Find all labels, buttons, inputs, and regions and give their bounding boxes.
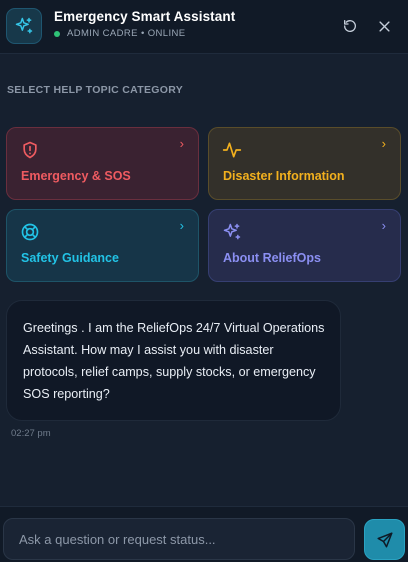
chevron-right-icon: › bbox=[179, 136, 184, 151]
chevron-right-icon: › bbox=[381, 218, 386, 233]
close-icon bbox=[378, 20, 390, 32]
topic-label: Disaster Information bbox=[223, 169, 345, 183]
chevron-right-icon: › bbox=[179, 218, 184, 233]
chevron-right-icon: › bbox=[381, 136, 386, 151]
header-title: Emergency Smart Assistant bbox=[54, 9, 236, 24]
activity-icon bbox=[222, 142, 242, 158]
topic-label: Safety Guidance bbox=[21, 251, 119, 265]
send-button[interactable] bbox=[364, 519, 405, 560]
topic-card-emergency-sos[interactable]: › Emergency & SOS bbox=[6, 127, 199, 200]
assistant-message-text: Greetings . I am the ReliefOps 24/7 Virt… bbox=[23, 321, 325, 401]
section-label: SELECT HELP TOPIC CATEGORY bbox=[7, 84, 184, 96]
topic-card-disaster-information[interactable]: › Disaster Information bbox=[208, 127, 401, 200]
topic-card-about-reliefops[interactable]: › About ReliefOps bbox=[208, 209, 401, 282]
assistant-message-bubble: Greetings . I am the ReliefOps 24/7 Virt… bbox=[6, 300, 341, 421]
send-icon bbox=[377, 532, 392, 547]
assistant-logo bbox=[6, 8, 42, 44]
topic-label: About ReliefOps bbox=[223, 251, 321, 265]
online-indicator bbox=[54, 30, 60, 37]
header-status: ADMIN CADRE • ONLINE bbox=[54, 28, 185, 39]
topic-label: Emergency & SOS bbox=[21, 169, 131, 183]
life-buoy-icon bbox=[21, 223, 39, 241]
chat-header: Emergency Smart Assistant ADMIN CADRE • … bbox=[0, 0, 408, 54]
message-input[interactable] bbox=[3, 518, 355, 560]
message-timestamp: 02:27 pm bbox=[11, 428, 51, 439]
shield-alert-icon bbox=[23, 141, 37, 159]
refresh-button[interactable] bbox=[340, 16, 360, 36]
composer-bar bbox=[0, 506, 408, 562]
sparkles-icon bbox=[15, 17, 33, 34]
refresh-icon bbox=[344, 20, 356, 32]
status-text: ADMIN CADRE • ONLINE bbox=[67, 28, 186, 39]
topic-card-safety-guidance[interactable]: › Safety Guidance bbox=[6, 209, 199, 282]
close-button[interactable] bbox=[374, 16, 394, 36]
sparkles-icon bbox=[223, 223, 241, 240]
